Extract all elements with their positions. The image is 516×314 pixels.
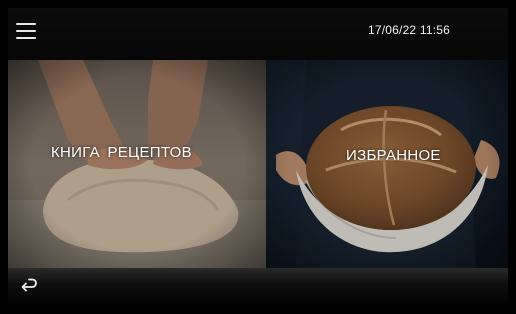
recipe-book-label: КНИГА РЕЦЕПТОВ (51, 144, 192, 161)
bread-loaf-image (266, 60, 508, 268)
favorites-label: ИЗБРАННОЕ (346, 147, 441, 164)
back-arrow-icon[interactable] (18, 278, 38, 296)
hamburger-menu-icon[interactable] (16, 23, 36, 39)
recipe-book-tile[interactable]: КНИГА РЕЦЕПТОВ (8, 60, 266, 268)
app-screen: 17/06/22 11:56 КНИГА РЕЦЕПТОВ ИЗБРАННОЕ (0, 0, 516, 314)
dough-kneading-image (8, 60, 266, 268)
top-bar: 17/06/22 11:56 (8, 8, 508, 60)
tile-grid: КНИГА РЕЦЕПТОВ ИЗБРАННОЕ (8, 60, 508, 268)
bottom-bar (8, 268, 508, 306)
datetime-display: 17/06/22 11:56 (368, 23, 450, 37)
favorites-tile[interactable]: ИЗБРАННОЕ (266, 60, 508, 268)
